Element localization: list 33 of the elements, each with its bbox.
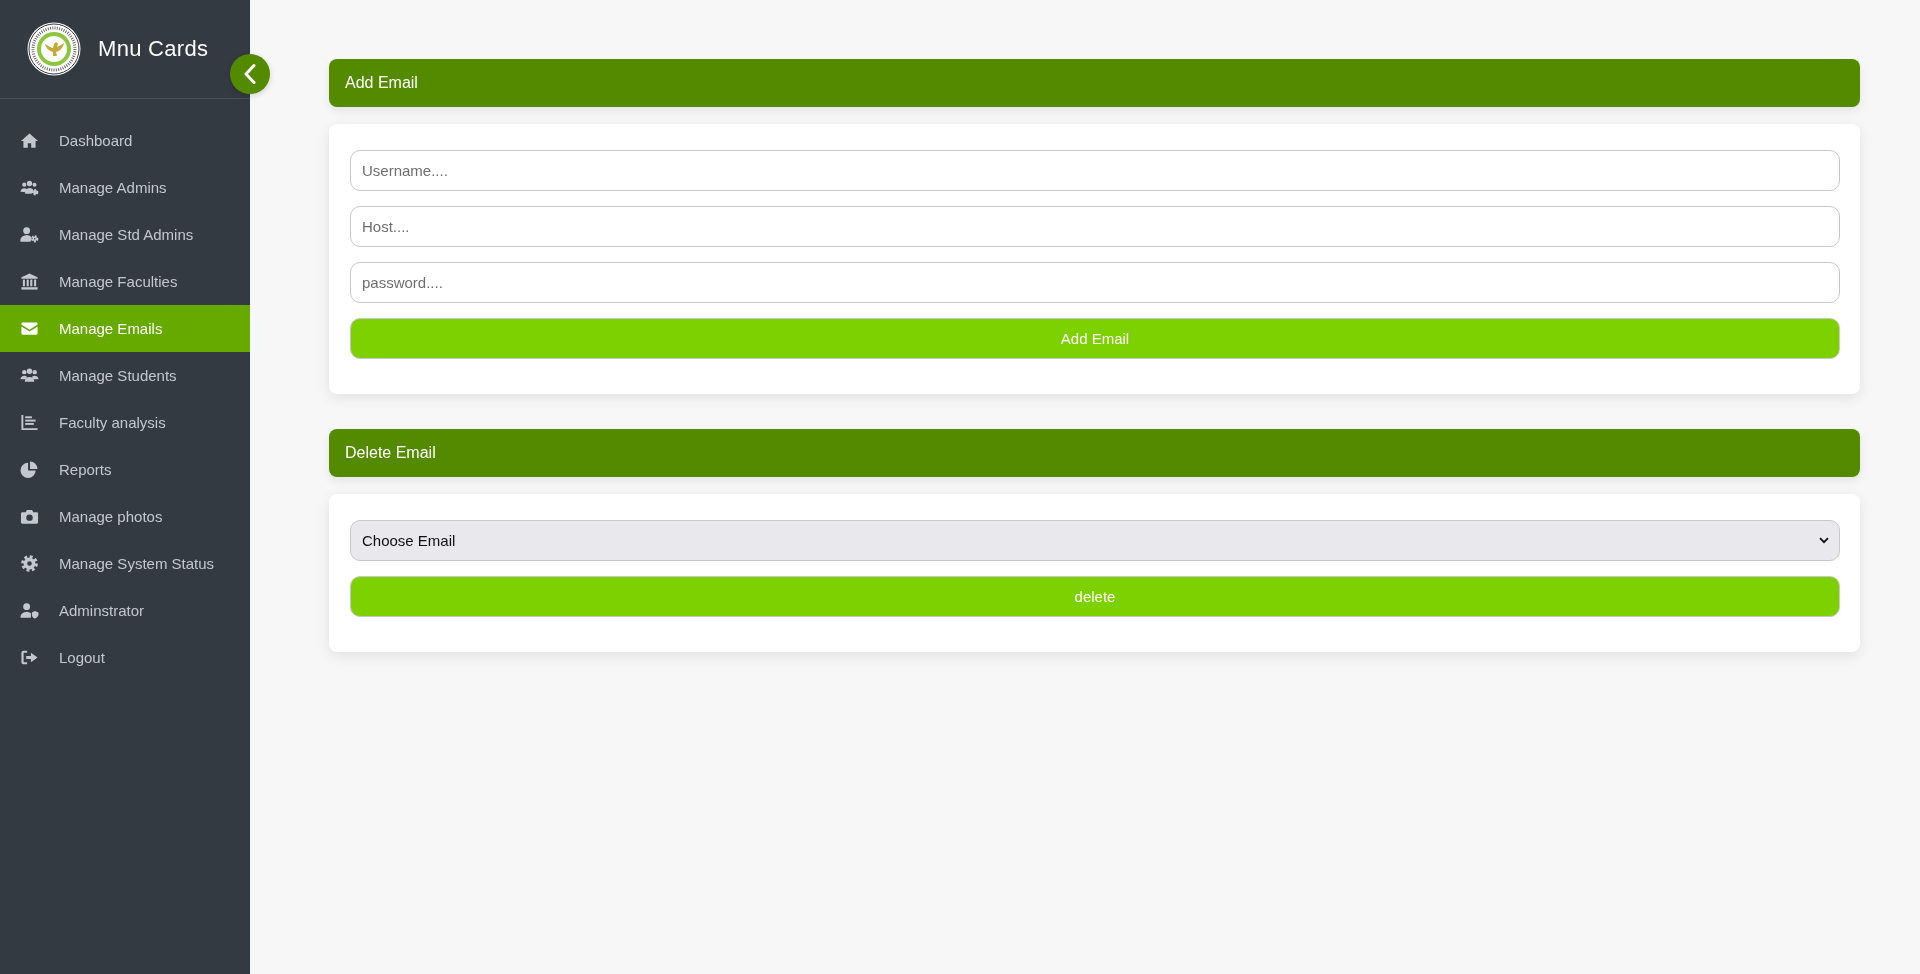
logo-icon	[27, 22, 81, 76]
pie-chart-icon	[20, 460, 39, 479]
input-field[interactable]: Host....	[350, 206, 1840, 247]
sidebar-item[interactable]: Manage System Status	[0, 540, 250, 587]
sidebar-item[interactable]: Manage Std Admins	[0, 211, 250, 258]
users-icon	[20, 366, 39, 385]
user-gear-icon	[20, 225, 39, 244]
caret-icon	[1819, 537, 1829, 544]
chevron-left-icon	[243, 63, 257, 85]
sidebar-item[interactable]: Adminstrator	[0, 587, 250, 634]
gear-icon	[20, 554, 39, 573]
app-title: Mnu Cards	[98, 36, 209, 62]
camera-icon	[20, 507, 39, 526]
section-header: Add Email	[329, 59, 1860, 107]
users-gear-icon	[20, 178, 39, 197]
input-field[interactable]: Username....	[350, 150, 1840, 191]
sidebar-item[interactable]: Manage Faculties	[0, 258, 250, 305]
home-icon	[20, 131, 39, 150]
sidebar-item[interactable]: Faculty analysis	[0, 399, 250, 446]
sidebar-item[interactable]: Logout	[0, 634, 250, 681]
sidebar-item[interactable]: Reports	[0, 446, 250, 493]
section-header: Delete Email	[329, 429, 1860, 477]
sidebar-item[interactable]: Manage Admins	[0, 164, 250, 211]
logout-icon	[20, 648, 39, 667]
input-field[interactable]: password....	[350, 262, 1840, 303]
sidebar-item[interactable]: Manage Students	[0, 352, 250, 399]
collapse-button[interactable]	[230, 54, 270, 94]
email-dropdown[interactable]: Choose Email	[350, 520, 1840, 561]
sidebar-item[interactable]: Dashboard	[0, 117, 250, 164]
bar-chart-icon	[20, 413, 39, 432]
sidebar-item[interactable]: Manage photos	[0, 493, 250, 540]
bank-icon	[20, 272, 39, 291]
user-shield-icon	[20, 601, 39, 620]
